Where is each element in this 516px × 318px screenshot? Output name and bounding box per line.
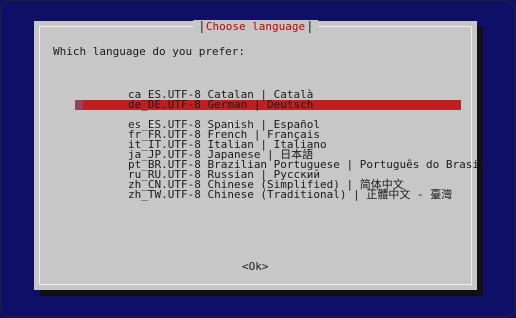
- language-dialog: Choose language Which language do you pr…: [34, 20, 486, 290]
- language-option-label: de_DE.UTF-8 German | Deutsch: [127, 98, 314, 111]
- title-right-divider: [309, 21, 311, 33]
- text-cursor-icon: [75, 100, 83, 110]
- language-list[interactable]: ca_ES.UTF-8 Catalan | Català de_DE.UTF-8…: [75, 80, 486, 200]
- dialog-title: Choose language: [205, 20, 306, 33]
- dialog-title-bar: Choose language: [192, 20, 319, 34]
- language-option-es-es[interactable]: es_ES.UTF-8 Spanish | Español: [75, 110, 461, 130]
- dialog-frame: Choose language Which language do you pr…: [39, 20, 486, 285]
- language-option-ca-es[interactable]: ca_ES.UTF-8 Catalan | Català: [75, 80, 461, 100]
- dialog-prompt: Which language do you prefer:: [53, 45, 246, 58]
- language-option-label: zh_TW.UTF-8 Chinese (Traditional) | 正體中文…: [127, 188, 453, 201]
- ok-button[interactable]: <Ok>: [242, 260, 269, 274]
- title-left-divider: [200, 21, 202, 33]
